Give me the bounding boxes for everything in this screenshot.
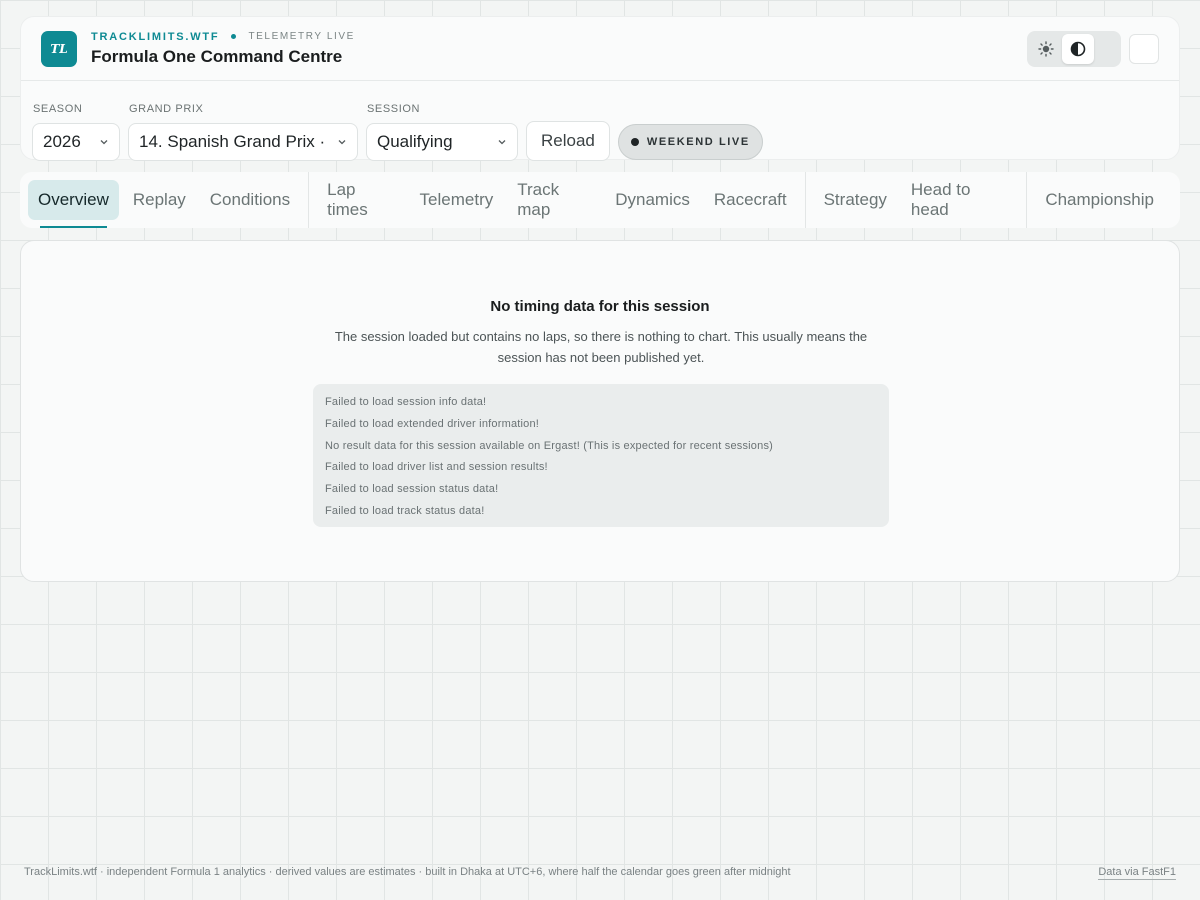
season-label: SEASON <box>33 103 83 115</box>
tab-replay[interactable]: Replay <box>123 180 196 220</box>
page-title: Formula One Command Centre <box>91 46 343 66</box>
tab-telemetry[interactable]: Telemetry <box>410 180 504 220</box>
grand-prix-value: 14. Spanish Grand Prix · Madrid <box>139 132 331 151</box>
grand-prix-label: GRAND PRIX <box>129 103 204 115</box>
error-line: Failed to load track status data! <box>325 504 485 517</box>
session-filters: SEASON 2026 GRAND PRIX 14. Spanish Grand… <box>21 81 1179 161</box>
weekend-live-badge[interactable]: WEEKEND LIVE <box>617 124 763 160</box>
chevron-down-icon <box>498 140 506 145</box>
weekend-live-label: WEEKEND LIVE <box>646 136 750 148</box>
empty-state-description: The session loaded but contains no laps,… <box>334 329 868 365</box>
brand-tag: TELEMETRY LIVE <box>248 31 355 42</box>
data-source-link[interactable]: Data via FastF1 <box>1098 866 1176 880</box>
menu-button[interactable] <box>1129 33 1159 64</box>
tab-head-to-head[interactable]: Head to head <box>901 180 1018 220</box>
error-log: Failed to load session info data! Failed… <box>313 384 889 527</box>
session-select[interactable]: Qualifying <box>366 123 518 161</box>
tab-strategy[interactable]: Strategy <box>814 180 897 220</box>
tab-racecraft[interactable]: Racecraft <box>704 180 797 220</box>
separator-dot <box>231 34 237 39</box>
season-value: 2026 <box>43 132 81 151</box>
tab-lap-times[interactable]: Lap times <box>317 180 405 220</box>
grand-prix-field: GRAND PRIX 14. Spanish Grand Prix · Madr… <box>128 103 358 161</box>
tab-championship[interactable]: Championship <box>1035 180 1164 220</box>
empty-state-card: No timing data for this session The sess… <box>20 240 1180 582</box>
tab-group-season: Championship <box>1026 172 1172 228</box>
tab-conditions[interactable]: Conditions <box>200 180 300 220</box>
tab-track-map[interactable]: Track map <box>507 180 601 220</box>
footer-text: TrackLimits.wtf · independent Formula 1 … <box>24 866 791 878</box>
brand-name[interactable]: TRACKLIMITS.WTF <box>91 31 219 43</box>
chevron-down-icon <box>100 140 108 145</box>
sun-icon <box>1038 40 1054 57</box>
empty-state-title: No timing data for this session <box>490 298 710 315</box>
brand-bar: TL TRACKLIMITS.WTF TELEMETRY LIVE Formul… <box>21 17 1179 81</box>
contrast-theme-button[interactable] <box>1062 33 1094 64</box>
theme-toggle[interactable] <box>1027 30 1121 67</box>
session-label: SESSION <box>367 103 421 115</box>
tab-group-session: Overview Replay Conditions <box>28 172 308 228</box>
tab-group-analysis: Lap times Telemetry Track map Dynamics R… <box>308 172 804 228</box>
header-card: TL TRACKLIMITS.WTF TELEMETRY LIVE Formul… <box>20 16 1180 161</box>
brand-text: TRACKLIMITS.WTF TELEMETRY LIVE Formula O… <box>91 31 355 67</box>
grand-prix-select[interactable]: 14. Spanish Grand Prix · Madrid <box>128 123 358 161</box>
tab-group-comparison: Strategy Head to head <box>804 172 1027 228</box>
season-select[interactable]: 2026 <box>32 123 120 161</box>
reload-button[interactable]: Reload <box>526 121 610 161</box>
tab-dynamics[interactable]: Dynamics <box>605 180 700 220</box>
light-theme-button[interactable] <box>1030 34 1062 64</box>
error-line: No result data for this session availabl… <box>325 439 774 452</box>
live-indicator-dot <box>630 138 639 146</box>
error-line: Failed to load extended driver informati… <box>325 417 540 430</box>
error-line: Failed to load driver list and session r… <box>325 461 548 474</box>
main-tabs: Overview Replay Conditions Lap times Tel… <box>20 172 1180 228</box>
session-value: Qualifying <box>377 132 453 151</box>
season-field: SEASON 2026 <box>32 103 120 161</box>
chevron-down-icon <box>338 140 346 145</box>
error-line: Failed to load session info data! <box>325 396 487 408</box>
tab-overview[interactable]: Overview <box>28 180 119 228</box>
error-line: Failed to load session status data! <box>325 483 499 496</box>
app-logo: TL <box>41 30 77 67</box>
session-field: SESSION Qualifying <box>366 103 518 161</box>
contrast-icon <box>1070 41 1086 56</box>
